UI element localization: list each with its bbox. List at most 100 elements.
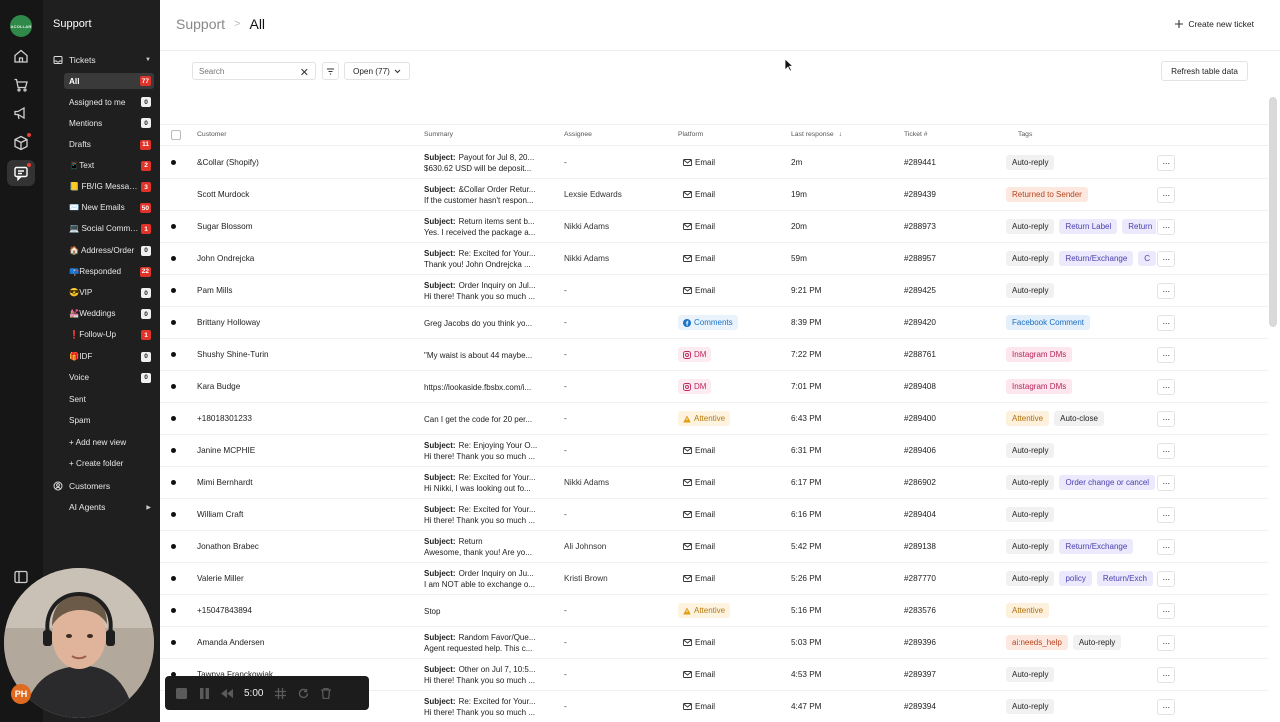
sidebar-item[interactable]: 📒 FB/IG Messages 3 [64, 179, 154, 195]
sidebar-item[interactable]: ✉️ New Emails 50 [64, 200, 154, 216]
table-row[interactable]: John Ondrejcka Subject: Re: Excited for Yo… [160, 243, 1268, 275]
sidebar-item[interactable]: 📪Responded 22 [64, 264, 154, 280]
table-row[interactable]: &Collar (Shopify) Subject: Payout for Jul … [160, 147, 1268, 179]
more-actions-button[interactable]: ··· [1157, 571, 1175, 587]
more-actions-button[interactable]: ··· [1157, 155, 1175, 171]
customer-name[interactable]: Jonathon Brabec [197, 542, 407, 551]
search-box[interactable]: ✕ [192, 62, 316, 80]
col-assignee[interactable]: Assignee [564, 131, 592, 138]
tag[interactable]: Auto-reply [1006, 219, 1055, 234]
tickets-section[interactable]: Tickets ▼ [53, 52, 153, 68]
tag[interactable]: Auto-reply [1006, 155, 1055, 170]
more-actions-button[interactable]: ··· [1157, 539, 1175, 555]
tag[interactable]: C [1138, 251, 1156, 266]
table-row[interactable]: Jonathon Brabec Subject: Return Awesome, th… [160, 531, 1268, 563]
table-row[interactable]: Brittany Holloway Greg Jacobs do you thin… [160, 307, 1268, 339]
customer-name[interactable]: Scott Murdock [197, 190, 407, 199]
tag[interactable]: Return [1122, 219, 1156, 234]
table-row[interactable]: Shushy Shine-Turin "My waist is about 44 … [160, 339, 1268, 371]
tag[interactable]: Auto-reply [1072, 635, 1122, 650]
search-input[interactable] [199, 66, 294, 76]
tag[interactable]: Auto-reply [1006, 699, 1055, 714]
chat-icon[interactable] [13, 163, 31, 182]
customer-name[interactable]: Pam Mills [197, 286, 407, 295]
table-row[interactable]: Scott Murdock Subject: &Collar Order Retur… [160, 179, 1268, 211]
sidebar-item[interactable]: Assigned to me 0 [64, 94, 154, 110]
customer-name[interactable]: Shushy Shine-Turin [197, 350, 407, 359]
status-filter-dropdown[interactable]: Open (77) [344, 62, 410, 80]
col-summary[interactable]: Summary [424, 131, 453, 138]
grid-icon[interactable] [274, 687, 286, 699]
col-platform[interactable]: Platform [678, 131, 703, 138]
add-new-view-link[interactable]: + Add new view [69, 438, 126, 447]
sidebar-item[interactable]: Drafts 11 [64, 137, 154, 153]
sidebar-item[interactable]: ❗Follow-Up 1 [64, 327, 154, 343]
table-row[interactable]: Valerie Miller Subject: Order Inquiry on J… [160, 563, 1268, 595]
table-row[interactable]: +18018301233 Can I get the code for 20 pe… [160, 403, 1268, 435]
restart-icon[interactable] [297, 687, 309, 699]
more-actions-button[interactable]: ··· [1157, 251, 1175, 267]
ai-agents-section[interactable]: AI Agents ▶ [53, 499, 153, 515]
more-actions-button[interactable]: ··· [1157, 347, 1175, 363]
customer-name[interactable]: Brittany Holloway [197, 318, 407, 327]
customer-name[interactable]: +15047843894 [197, 606, 407, 615]
customers-section[interactable]: Customers [53, 478, 153, 494]
tag[interactable]: ai:needs_help [1006, 635, 1068, 650]
tag[interactable]: Instagram DMs [1006, 379, 1073, 394]
table-row[interactable]: William Craft Subject: Re: Excited for You… [160, 499, 1268, 531]
more-actions-button[interactable]: ··· [1157, 187, 1175, 203]
col-ticket[interactable]: Ticket # [904, 131, 928, 138]
sidebar-toggle-icon[interactable] [13, 569, 29, 585]
table-row[interactable]: Mimi Bernhardt Subject: Re: Excited for Yo… [160, 467, 1268, 499]
breadcrumb-root[interactable]: Support [176, 16, 225, 32]
col-tags[interactable]: Tags [1018, 131, 1032, 138]
home-icon[interactable] [13, 48, 29, 64]
select-all-checkbox[interactable] [171, 130, 181, 140]
customer-name[interactable]: &Collar (Shopify) [197, 158, 407, 167]
cube-icon[interactable] [13, 133, 31, 151]
tag[interactable]: Order change or cancel [1059, 475, 1156, 490]
customer-name[interactable]: Valerie Miller [197, 574, 407, 583]
more-actions-button[interactable]: ··· [1157, 443, 1175, 459]
table-row[interactable]: Kara Budge https://lookaside.fbsbx.com/i.… [160, 371, 1268, 403]
table-row[interactable]: Amanda Andersen Subject: Random Favor/Que.… [160, 627, 1268, 659]
rewind-icon[interactable] [221, 687, 233, 699]
tag[interactable]: Auto-reply [1006, 507, 1055, 522]
customer-name[interactable]: John Ondrejcka [197, 254, 407, 263]
tag[interactable]: Return/Exchange [1059, 251, 1134, 266]
more-actions-button[interactable]: ··· [1157, 283, 1175, 299]
tag[interactable]: Auto-close [1054, 411, 1104, 426]
tag[interactable]: Return Label [1059, 219, 1118, 234]
tag[interactable]: Auto-reply [1006, 667, 1055, 682]
profile-avatar[interactable]: PH [11, 684, 31, 704]
sidebar-item[interactable]: All 77 [64, 73, 154, 89]
tag[interactable]: Facebook Comment [1006, 315, 1091, 330]
col-last-response[interactable]: Last response ↓ [791, 131, 842, 138]
create-ticket-button[interactable]: Create new ticket [1174, 19, 1254, 29]
more-actions-button[interactable]: ··· [1157, 667, 1175, 683]
create-folder-link[interactable]: + Create folder [69, 459, 123, 468]
more-actions-button[interactable]: ··· [1157, 315, 1175, 331]
sidebar-item[interactable]: 🏠 Address/Order 0 [64, 243, 154, 259]
table-row[interactable]: Janine MCPHIE Subject: Re: Enjoying Your O… [160, 435, 1268, 467]
sidebar-item[interactable]: 😎VIP 0 [64, 285, 154, 301]
more-actions-button[interactable]: ··· [1157, 411, 1175, 427]
more-actions-button[interactable]: ··· [1157, 219, 1175, 235]
chevron-right-icon[interactable]: ▶ [146, 504, 151, 511]
tag[interactable]: Returned to Sender [1006, 187, 1088, 202]
tag[interactable]: Auto-reply [1006, 443, 1055, 458]
customer-name[interactable]: William Craft [197, 510, 407, 519]
refresh-table-button[interactable]: Refresh table data [1161, 61, 1248, 81]
table-scrollbar[interactable] [1269, 97, 1277, 327]
more-actions-button[interactable]: ··· [1157, 507, 1175, 523]
more-actions-button[interactable]: ··· [1157, 379, 1175, 395]
stop-icon[interactable] [175, 687, 187, 699]
sort-arrow-icon[interactable]: ↓ [839, 131, 842, 138]
trash-icon[interactable] [320, 687, 332, 699]
customer-name[interactable]: Janine MCPHIE [197, 446, 407, 455]
more-actions-button[interactable]: ··· [1157, 475, 1175, 491]
tag[interactable]: Attentive [1006, 411, 1050, 426]
sidebar-item[interactable]: Mentions 0 [64, 115, 154, 131]
tag[interactable]: Auto-reply [1006, 283, 1055, 298]
more-actions-button[interactable]: ··· [1157, 603, 1175, 619]
